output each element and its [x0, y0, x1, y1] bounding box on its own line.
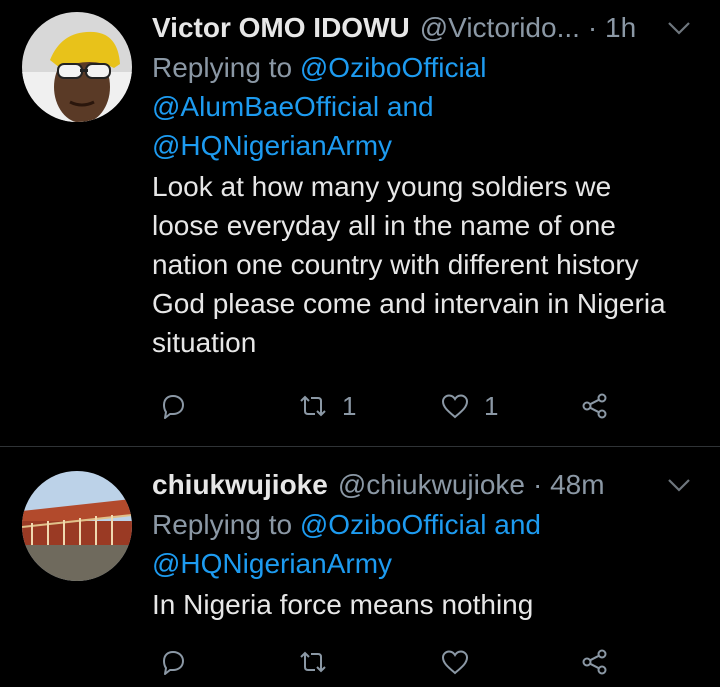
- retweet-count: 1: [342, 390, 357, 421]
- mention-link[interactable]: @HQNigerianArmy: [152, 548, 392, 579]
- tweet-text-line: loose everyday all in the name of one: [152, 210, 616, 241]
- tweet-text-line: Look at how many young soldiers we: [152, 171, 612, 202]
- avatar[interactable]: [22, 12, 132, 122]
- tweet-header: chiukwujioke @chiukwujioke · 48m: [152, 465, 700, 505]
- tweet-text-line: situation: [152, 327, 257, 358]
- replying-prefix: Replying to: [152, 52, 293, 83]
- avatar-image: [22, 471, 132, 581]
- like-count: 1: [484, 390, 499, 421]
- like-button[interactable]: 1: [440, 386, 498, 426]
- author-handle[interactable]: @chiukwujioke: [338, 465, 525, 505]
- chevron-down-icon[interactable]: [666, 475, 692, 495]
- tweet-text-line: God please come and intervain in Nigeria: [152, 288, 666, 319]
- tweet-actions: 1 1: [158, 386, 628, 426]
- replying-to: Replying to @OziboOfficial and: [152, 505, 700, 544]
- heart-icon: [441, 394, 469, 419]
- tweet-actions: [158, 642, 628, 682]
- reply-button[interactable]: [158, 642, 188, 682]
- author-handle[interactable]: @Victorido...: [420, 8, 580, 48]
- tweet-text-line: In Nigeria force means nothing: [152, 589, 534, 620]
- tweet[interactable]: Victor OMO IDOWU @Victorido... · 1h Repl…: [0, 0, 720, 447]
- tweet-header: Victor OMO IDOWU @Victorido... · 1h: [152, 8, 700, 48]
- author-name[interactable]: chiukwujioke: [152, 465, 328, 505]
- retweet-button[interactable]: [298, 642, 328, 682]
- mention-link[interactable]: @OziboOfficial: [300, 52, 487, 83]
- retweet-button[interactable]: 1: [298, 386, 356, 426]
- share-icon: [582, 393, 607, 419]
- share-button[interactable]: [580, 642, 610, 682]
- timestamp[interactable]: · 1h: [588, 8, 636, 48]
- reply-icon: [163, 395, 184, 419]
- replying-to: Replying to @OziboOfficial: [152, 48, 700, 87]
- heart-icon: [441, 650, 469, 675]
- avatar[interactable]: [22, 471, 132, 581]
- reply-icon: [163, 651, 184, 675]
- tweet-text-line: nation one country with different histor…: [152, 249, 639, 280]
- reply-button[interactable]: [158, 386, 188, 426]
- tweet-text: Look at how many young soldiers we loose…: [152, 167, 700, 362]
- mention-link[interactable]: @AlumBaeOfficial and: [152, 91, 434, 122]
- like-button[interactable]: [440, 642, 470, 682]
- author-name[interactable]: Victor OMO IDOWU: [152, 8, 410, 48]
- retweet-icon: [300, 395, 326, 417]
- avatar-image: [22, 12, 132, 122]
- share-icon: [582, 649, 607, 675]
- retweet-icon: [300, 651, 326, 673]
- chevron-down-icon[interactable]: [666, 18, 692, 38]
- mention-link[interactable]: @OziboOfficial and: [300, 509, 541, 540]
- replying-prefix: Replying to: [152, 509, 293, 540]
- tweet-text: In Nigeria force means nothing: [152, 585, 700, 624]
- timestamp[interactable]: · 48m: [533, 465, 605, 505]
- share-button[interactable]: [580, 386, 610, 426]
- mention-link[interactable]: @HQNigerianArmy: [152, 130, 392, 161]
